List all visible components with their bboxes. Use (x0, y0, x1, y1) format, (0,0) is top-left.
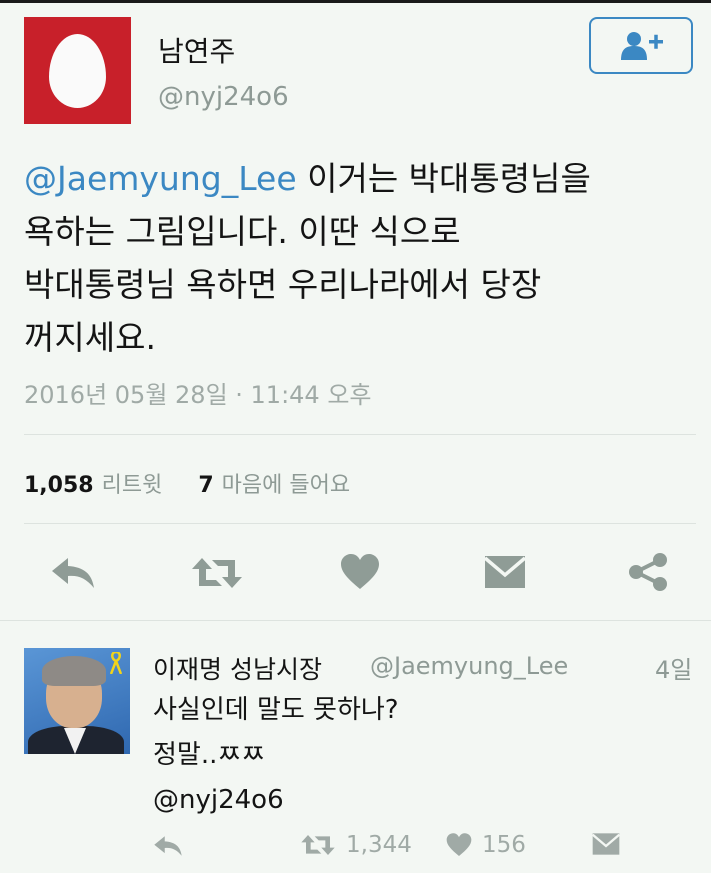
author-display-name[interactable]: 남연주 (158, 30, 235, 70)
reply-line-1: 사실인데 말도 못하나? (153, 695, 399, 725)
divider (24, 434, 696, 435)
reply-reply-button[interactable] (153, 834, 183, 858)
top-border (0, 0, 711, 3)
divider (24, 523, 696, 524)
reply-dm-button[interactable] (592, 832, 620, 856)
add-user-icon (621, 32, 663, 60)
mention-link[interactable]: @Jaemyung_Lee (24, 159, 297, 198)
tweet-line-2: 욕하는 그림입니다. 이딴 식으로 (24, 212, 461, 251)
retweet-stat[interactable]: 1,058 리트윗 (24, 473, 162, 498)
heart-icon (446, 833, 472, 857)
heart-icon[interactable] (340, 554, 380, 590)
tweet-line-1: @Jaemyung_Lee 이거는 박대통령님을 (24, 159, 591, 198)
reply-time: 4일 (655, 656, 693, 684)
follow-button[interactable] (589, 17, 693, 74)
tweet-text: @Jaemyung_Lee 이거는 박대통령님을 욕하는 그림입니다. 이딴 식… (24, 152, 684, 364)
author-avatar[interactable] (24, 17, 131, 124)
section-divider (0, 620, 711, 621)
reply-handle[interactable]: @Jaemyung_Lee (370, 652, 568, 680)
like-stat[interactable]: 7 마음에 들어요 (198, 473, 350, 498)
reply-icon[interactable] (50, 556, 96, 590)
reply-line-2: 정말..ㅉㅉ (153, 740, 266, 770)
tweet-timestamp: 2016년 05월 28일 · 11:44 오후 (24, 381, 372, 409)
tweet-stats: 1,058 리트윗 7 마음에 들어요 (24, 467, 350, 499)
retweet-icon[interactable] (190, 556, 244, 590)
reply-like-button[interactable]: 156 (446, 832, 526, 858)
envelope-icon (592, 833, 620, 855)
reply-author-avatar[interactable] (24, 648, 130, 754)
reply-action-bar: 1,344 156 (0, 830, 711, 864)
tweet-line-4: 꺼지세요. (24, 318, 156, 357)
reply-line-3[interactable]: @nyj24o6 (153, 778, 399, 823)
tweet-line-3: 박대통령님 욕하면 우리나라에서 당장 (24, 265, 542, 304)
reply-display-name[interactable]: 이재명 성남시장 (153, 650, 322, 686)
reply-retweet-count: 1,344 (346, 832, 412, 858)
share-icon[interactable] (628, 553, 668, 591)
reply-text: 사실인데 말도 못하나? 정말..ㅉㅉ @nyj24o6 (153, 688, 399, 823)
reply-retweet-button[interactable]: 1,344 (300, 832, 412, 858)
egg-avatar-icon (49, 34, 106, 108)
envelope-icon[interactable] (484, 555, 526, 589)
reply-like-count: 156 (482, 832, 526, 858)
retweet-icon (301, 835, 335, 855)
yellow-ribbon-icon (110, 652, 122, 674)
author-handle[interactable]: @nyj24o6 (158, 82, 289, 112)
reply-icon (154, 836, 182, 856)
